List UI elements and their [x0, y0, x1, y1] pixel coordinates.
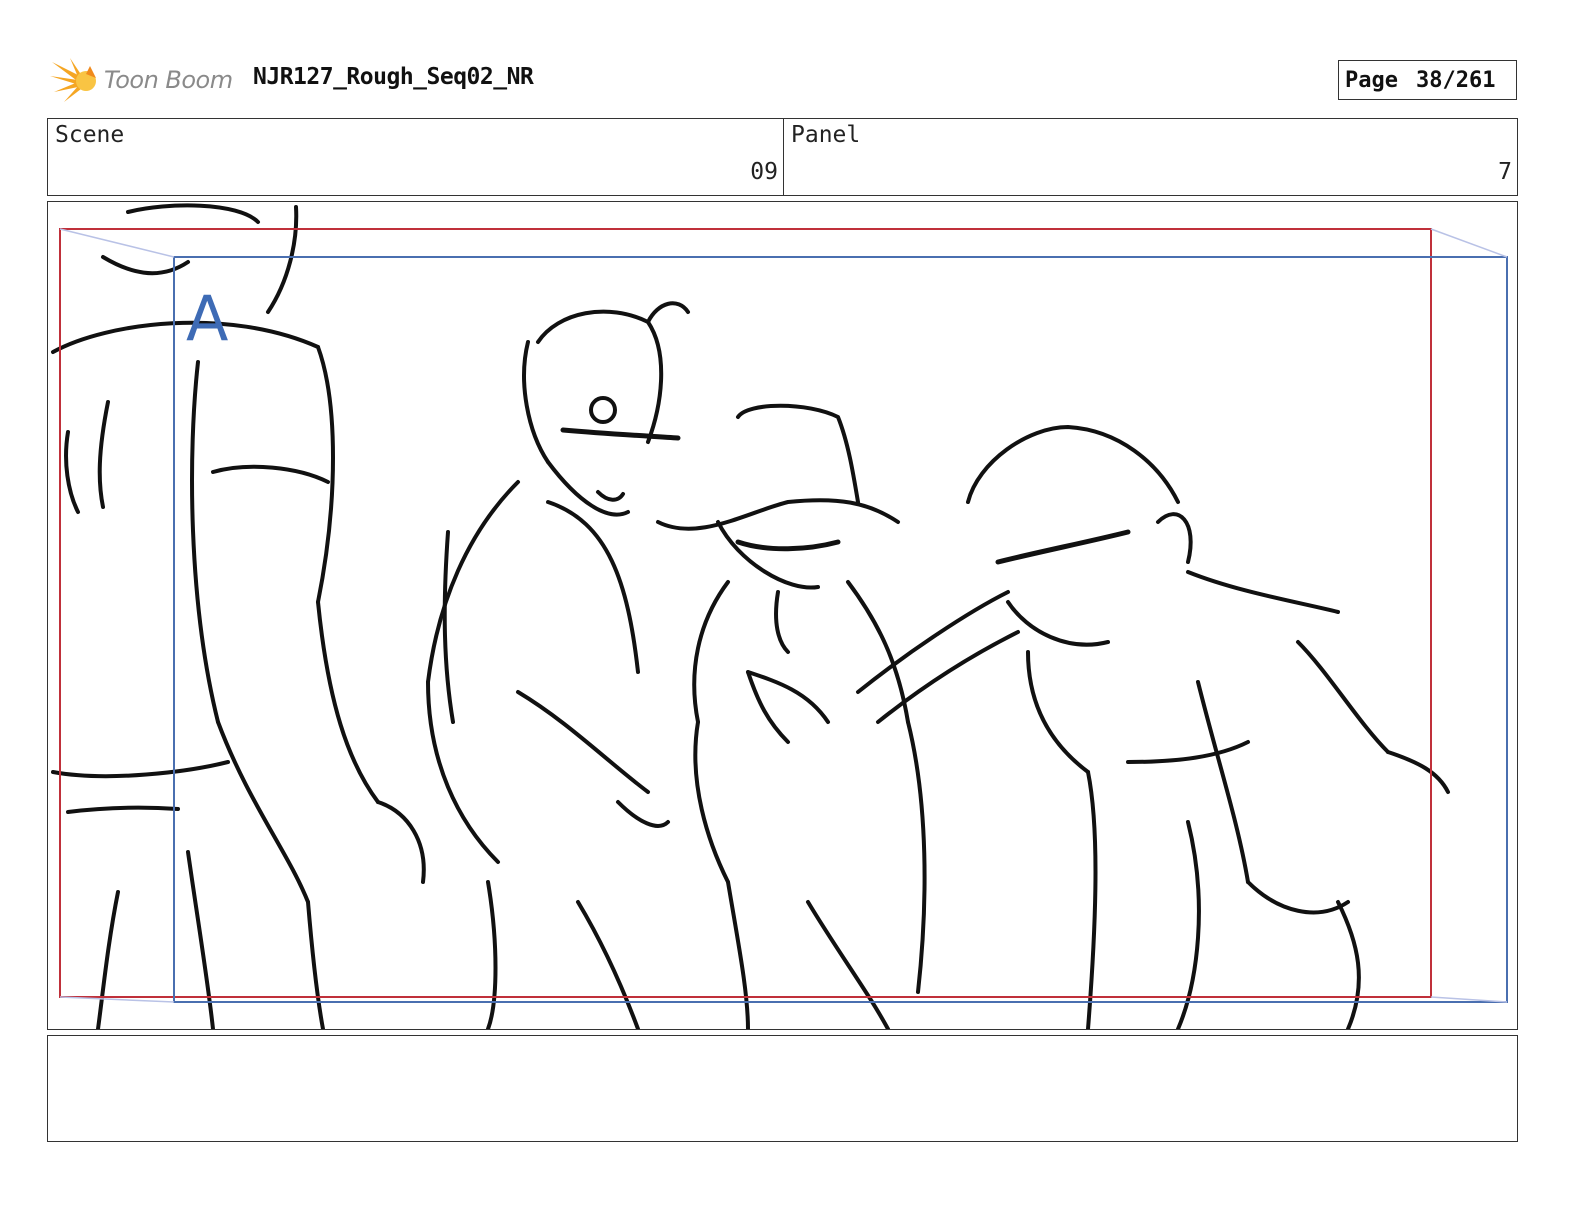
rough-sketch: A	[51, 203, 1508, 1029]
sunburst-icon	[50, 58, 96, 102]
panel-label: Panel	[791, 122, 861, 148]
scene-panel-header: Scene 09 Panel 7	[47, 118, 1518, 196]
scene-cell: Scene 09	[48, 119, 784, 195]
camera-move-guides	[59, 228, 1508, 1003]
foreground-figure-sketch	[51, 203, 426, 1029]
running-girl-sketch	[856, 425, 1450, 1029]
brand-name: Toon Boom	[104, 66, 233, 94]
page-label: Page	[1345, 67, 1398, 93]
page-indicator: Page 38/261	[1338, 60, 1517, 100]
project-title: NJR127_Rough_Seq02_NR	[253, 64, 534, 90]
camera-frame-blue	[173, 256, 1508, 1003]
panel-value: 7	[1498, 159, 1512, 185]
camera-frame-red	[59, 228, 1432, 998]
panel-cell: Panel 7	[784, 119, 1517, 195]
page-number: 38/261	[1415, 67, 1496, 93]
spiky-hair-boy-sketch	[426, 301, 690, 1029]
notes-box	[47, 1035, 1518, 1142]
scene-value: 09	[750, 159, 778, 185]
storyboard-panel-image: A	[47, 201, 1518, 1030]
scene-label: Scene	[55, 122, 125, 148]
toon-boom-logo: Toon Boom	[50, 56, 240, 104]
camera-marker-a: A	[186, 282, 228, 355]
